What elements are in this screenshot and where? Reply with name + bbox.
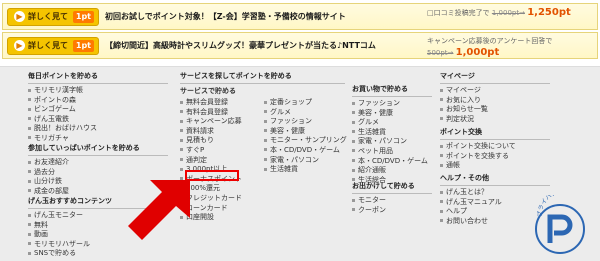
section-heading: お出かけして貯める	[352, 181, 432, 194]
footer-link[interactable]: 美容・健康	[264, 127, 347, 137]
shopping-section: お買い物で貯める ファッション 美容・健康 グルメ 生活雑貨 家電・パソコン ペット用品本…	[352, 84, 432, 185]
footer-link[interactable]: 見積もり	[180, 136, 242, 146]
footer-link[interactable]: ペット用品	[352, 147, 432, 157]
footer-link[interactable]: グルメ	[264, 108, 347, 118]
offer-title[interactable]: 【締切間近】高級時計やスリムグッズ！豪華プレゼントが当たる♪NTTコム	[105, 40, 376, 51]
link-list: モリモリ漢字帳 ポイントの森 ビンゴゲーム げん玉電鉄 脱出！おばけハウス モリガチャ	[28, 86, 168, 144]
offer-price: □口コミ投稿完了で 1,000pt→ 1,250pt	[427, 7, 571, 18]
section-heading: サービスを探してポイントを貯める	[180, 71, 345, 84]
daily-points-section: 毎日ポイントを貯める モリモリ漢字帳 ポイントの森 ビンゴゲーム げん玉電鉄 脱出！おば…	[28, 71, 168, 144]
footer-link[interactable]: ポイント交換について	[440, 142, 550, 152]
details-button[interactable]: ▶ 詳しく見て 1pt	[7, 8, 99, 26]
footer-link[interactable]: 生活雑貨	[352, 128, 432, 138]
footer-link[interactable]: ビンゴゲーム	[28, 105, 168, 115]
point-badge: 1pt	[72, 11, 94, 23]
footer-link[interactable]: ポイントの森	[28, 96, 168, 106]
section-heading: ポイント交換	[440, 127, 550, 140]
section-heading: マイページ	[440, 71, 550, 84]
point-exchange-section: ポイント交換 ポイント交換について ポイントを交換する 通帳	[440, 127, 550, 171]
footer-link[interactable]: モニター	[352, 196, 432, 206]
footer-link[interactable]: 脱出！おばけハウス	[28, 124, 168, 134]
footer-link[interactable]: ポイントを交換する	[440, 152, 550, 162]
red-arrow-icon	[128, 180, 190, 240]
service-subheading: サービスで貯める	[180, 87, 236, 95]
site-footer: 毎日ポイントを貯める モリモリ漢字帳 ポイントの森 ビンゴゲーム げん玉電鉄 脱出！おば…	[0, 66, 600, 261]
footer-link[interactable]: 通帳	[440, 161, 550, 171]
point-badge: 1pt	[72, 40, 94, 52]
link-list: モニター クーポン	[352, 196, 432, 215]
footer-link[interactable]: マイページ	[440, 86, 550, 96]
offer-title[interactable]: 初回お試しでポイント対象！【Z-会】学習塾・予備校の情報サイト	[105, 11, 346, 22]
offer-banner-1[interactable]: ▶ 詳しく見て 1pt 初回お試しでポイント対象！【Z-会】学習塾・予備校の情報サイ…	[2, 3, 598, 30]
footer-link[interactable]: 本・CD/DVD・ゲーム	[352, 157, 432, 167]
footer-link[interactable]: 判定状況	[440, 115, 550, 125]
link-list: マイページ お気に入り お知らせ一覧 判定状況	[440, 86, 550, 124]
section-heading: お買い物で貯める	[352, 84, 432, 97]
service-section: サービスを探してポイントを貯める サービスで貯める 無料会員登録 有料会員登録 キャ…	[180, 71, 347, 223]
arrow-icon: ▶	[14, 40, 25, 51]
footer-link[interactable]: お友達紹介	[28, 158, 168, 168]
footer-link[interactable]: げん玉電鉄	[28, 115, 168, 125]
privacy-mark-logo: プライバシー	[535, 195, 585, 254]
footer-link[interactable]: ファッション	[264, 117, 347, 127]
footer-link[interactable]: 資料請求	[180, 127, 242, 137]
footer-link[interactable]: 家電・パソコン	[352, 137, 432, 147]
link-list: ポイント交換について ポイントを交換する 通帳	[440, 142, 550, 171]
footer-link[interactable]: 無料会員登録	[180, 98, 242, 108]
footer-link[interactable]: 過去分	[28, 168, 168, 178]
footer-link[interactable]: 美容・健康	[352, 109, 432, 119]
footer-link[interactable]: 通判定	[180, 156, 242, 166]
footer-link[interactable]: モリモリ漢字帳	[28, 86, 168, 96]
footer-link[interactable]: グルメ	[352, 118, 432, 128]
footer-link[interactable]: 定番ショップ	[264, 98, 347, 108]
checkbox-icon: □	[427, 9, 434, 17]
footer-link[interactable]: すぐP	[180, 146, 242, 156]
section-heading: 参加していっぱいポイントを貯める	[28, 143, 168, 156]
footer-link[interactable]: 家電・パソコン	[264, 156, 347, 166]
link-list: ファッション 美容・健康 グルメ 生活雑貨 家電・パソコン ペット用品 本・CD/DVD・ゲ…	[352, 99, 432, 185]
outing-section: お出かけして貯める モニター クーポン	[352, 181, 432, 215]
offer-note: キャンペーン応募後のアンケート回答で	[427, 37, 553, 45]
footer-link[interactable]: 生活雑貨	[264, 165, 347, 175]
footer-link[interactable]: 紹介通販	[352, 166, 432, 176]
mypage-section: マイページ マイページ お気に入り お知らせ一覧 判定状況	[440, 71, 550, 124]
offer-banner-2[interactable]: ▶ 詳しく見て 1pt 【締切間近】高級時計やスリムグッズ！豪華プレゼントが当たる♪…	[2, 32, 598, 59]
offer-price: 500pt→ 1,000pt	[427, 47, 500, 58]
footer-link[interactable]: お気に入り	[440, 96, 550, 106]
footer-link[interactable]: キャンペーン応募	[180, 117, 242, 127]
footer-link[interactable]: お知らせ一覧	[440, 105, 550, 115]
footer-link[interactable]: モニター・サンプリング	[264, 136, 347, 146]
footer-link[interactable]: 本・CD/DVD・ゲーム	[264, 146, 347, 156]
section-heading: 毎日ポイントを貯める	[28, 71, 168, 84]
footer-link[interactable]: クーポン	[352, 206, 432, 216]
link-list: 定番ショップ グルメ ファッション 美容・健康 モニター・サンプリング 本・CD/DVD・…	[264, 98, 347, 223]
footer-link[interactable]: 有料会員登録	[180, 108, 242, 118]
arrow-icon: ▶	[14, 11, 25, 22]
section-heading: ヘルプ・その他	[440, 173, 550, 186]
details-button[interactable]: ▶ 詳しく見て 1pt	[7, 37, 99, 55]
footer-link[interactable]: ファッション	[352, 99, 432, 109]
